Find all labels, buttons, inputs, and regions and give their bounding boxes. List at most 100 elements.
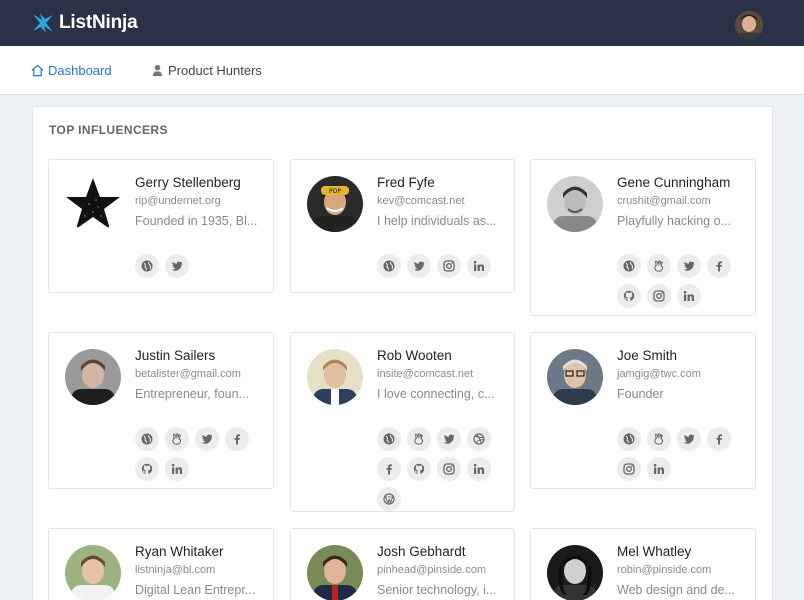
influencer-name[interactable]: Gerry Stellenberg xyxy=(135,175,241,190)
section-title: TOP INFLUENCERS xyxy=(49,123,168,137)
globe-link[interactable] xyxy=(377,254,401,278)
facebook-link[interactable] xyxy=(707,427,731,451)
ninja-star-icon xyxy=(33,13,53,33)
influencer-card[interactable]: Joe Smith jamgig@twc.com Founder xyxy=(530,332,756,489)
influencer-name[interactable]: Joe Smith xyxy=(617,348,677,363)
twitter-icon xyxy=(201,434,213,444)
dribbble-icon xyxy=(473,433,485,445)
globe-link[interactable] xyxy=(135,254,159,278)
twitter-icon xyxy=(683,434,695,444)
globe-icon xyxy=(141,433,153,445)
github-link[interactable] xyxy=(617,284,641,308)
influencer-email: pinhead@pinside.com xyxy=(377,564,487,576)
globe-icon xyxy=(623,433,635,445)
twitter-link[interactable] xyxy=(677,427,701,451)
influencer-name[interactable]: Rob Wooten xyxy=(377,348,452,363)
influencer-card[interactable]: Rob Wooten insite@comcast.net I love con… xyxy=(290,332,515,512)
influencer-email: kev@comcast.net xyxy=(377,195,465,207)
twitter-link[interactable] xyxy=(195,427,219,451)
social-links xyxy=(617,427,747,481)
globe-icon xyxy=(623,260,635,272)
user-avatar[interactable] xyxy=(735,11,763,39)
influencer-bio: Senior technology, i... xyxy=(377,583,497,597)
linkedin-link[interactable] xyxy=(647,457,671,481)
github-link[interactable] xyxy=(135,457,159,481)
influencer-name[interactable]: Fred Fyfe xyxy=(377,175,435,190)
instagram-link[interactable] xyxy=(617,457,641,481)
github-icon xyxy=(141,463,153,474)
globe-icon xyxy=(383,433,395,445)
influencer-card[interactable]: POP Fred Fyfe kev@comcast.net I help ind… xyxy=(290,159,515,293)
influencer-bio: I help individuals as... xyxy=(377,214,497,228)
social-links xyxy=(617,254,747,308)
facebook-link[interactable] xyxy=(225,427,249,451)
avatar[interactable] xyxy=(307,545,363,600)
linkedin-link[interactable] xyxy=(467,254,491,278)
twitter-icon xyxy=(413,261,425,271)
instagram-link[interactable] xyxy=(437,254,461,278)
facebook-link[interactable] xyxy=(377,457,401,481)
avatar[interactable] xyxy=(65,545,121,600)
globe-link[interactable] xyxy=(617,254,641,278)
influencer-card[interactable]: Gerry Stellenberg rip@undernet.org Found… xyxy=(48,159,274,293)
user-icon xyxy=(152,64,163,77)
angellist-link[interactable] xyxy=(407,427,431,451)
avatar[interactable] xyxy=(547,349,603,405)
nav-dashboard[interactable]: Dashboard xyxy=(31,46,112,95)
github-link[interactable] xyxy=(407,457,431,481)
twitter-link[interactable] xyxy=(407,254,431,278)
linkedin-icon xyxy=(473,260,484,271)
influencer-email: crushit@gmail.com xyxy=(617,195,711,207)
linkedin-icon xyxy=(473,463,484,474)
angellist-link[interactable] xyxy=(647,427,671,451)
facebook-link[interactable] xyxy=(707,254,731,278)
linkedin-link[interactable] xyxy=(165,457,189,481)
linkedin-link[interactable] xyxy=(677,284,701,308)
avatar[interactable] xyxy=(65,176,121,232)
twitter-link[interactable] xyxy=(165,254,189,278)
influencer-card[interactable]: Ryan Whitaker listninja@bl.com Digital L… xyxy=(48,528,274,600)
angellist-link[interactable] xyxy=(165,427,189,451)
influencer-name[interactable]: Ryan Whitaker xyxy=(135,544,224,559)
influencer-email: rip@undernet.org xyxy=(135,195,221,207)
influencer-name[interactable]: Gene Cunningham xyxy=(617,175,730,190)
influencer-card[interactable]: Mel Whatley robin@pinside.com Web design… xyxy=(530,528,756,600)
dribbble-link[interactable] xyxy=(467,427,491,451)
avatar[interactable]: POP xyxy=(307,176,363,232)
social-links xyxy=(135,254,265,278)
globe-link[interactable] xyxy=(617,427,641,451)
sub-navigation: Dashboard Product Hunters xyxy=(0,46,804,95)
github-icon xyxy=(413,463,425,474)
instagram-link[interactable] xyxy=(437,457,461,481)
linkedin-icon xyxy=(171,463,182,474)
app-logo[interactable]: ListNinja xyxy=(31,10,138,36)
influencer-card[interactable]: Josh Gebhardt pinhead@pinside.com Senior… xyxy=(290,528,515,600)
avatar[interactable] xyxy=(307,349,363,405)
wordpress-link[interactable] xyxy=(377,487,401,511)
twitter-link[interactable] xyxy=(437,427,461,451)
influencer-card[interactable]: Justin Sailers betalister@gmail.com Entr… xyxy=(48,332,274,489)
avatar[interactable] xyxy=(547,545,603,600)
social-links xyxy=(135,427,265,481)
influencer-bio: Founder xyxy=(617,387,664,401)
angellist-icon xyxy=(172,433,182,445)
avatar[interactable] xyxy=(547,176,603,232)
facebook-icon xyxy=(234,434,240,445)
angellist-icon xyxy=(654,260,664,272)
twitter-link[interactable] xyxy=(677,254,701,278)
globe-link[interactable] xyxy=(377,427,401,451)
avatar[interactable] xyxy=(65,349,121,405)
angellist-icon xyxy=(414,433,424,445)
facebook-icon xyxy=(716,261,722,272)
svg-text:POP: POP xyxy=(329,188,341,195)
nav-product-hunters[interactable]: Product Hunters xyxy=(151,46,262,95)
instagram-icon xyxy=(623,463,635,475)
linkedin-link[interactable] xyxy=(467,457,491,481)
influencer-name[interactable]: Mel Whatley xyxy=(617,544,691,559)
globe-link[interactable] xyxy=(135,427,159,451)
instagram-link[interactable] xyxy=(647,284,671,308)
angellist-link[interactable] xyxy=(647,254,671,278)
influencer-card[interactable]: Gene Cunningham crushit@gmail.com Playfu… xyxy=(530,159,756,316)
influencer-name[interactable]: Justin Sailers xyxy=(135,348,215,363)
influencer-name[interactable]: Josh Gebhardt xyxy=(377,544,466,559)
